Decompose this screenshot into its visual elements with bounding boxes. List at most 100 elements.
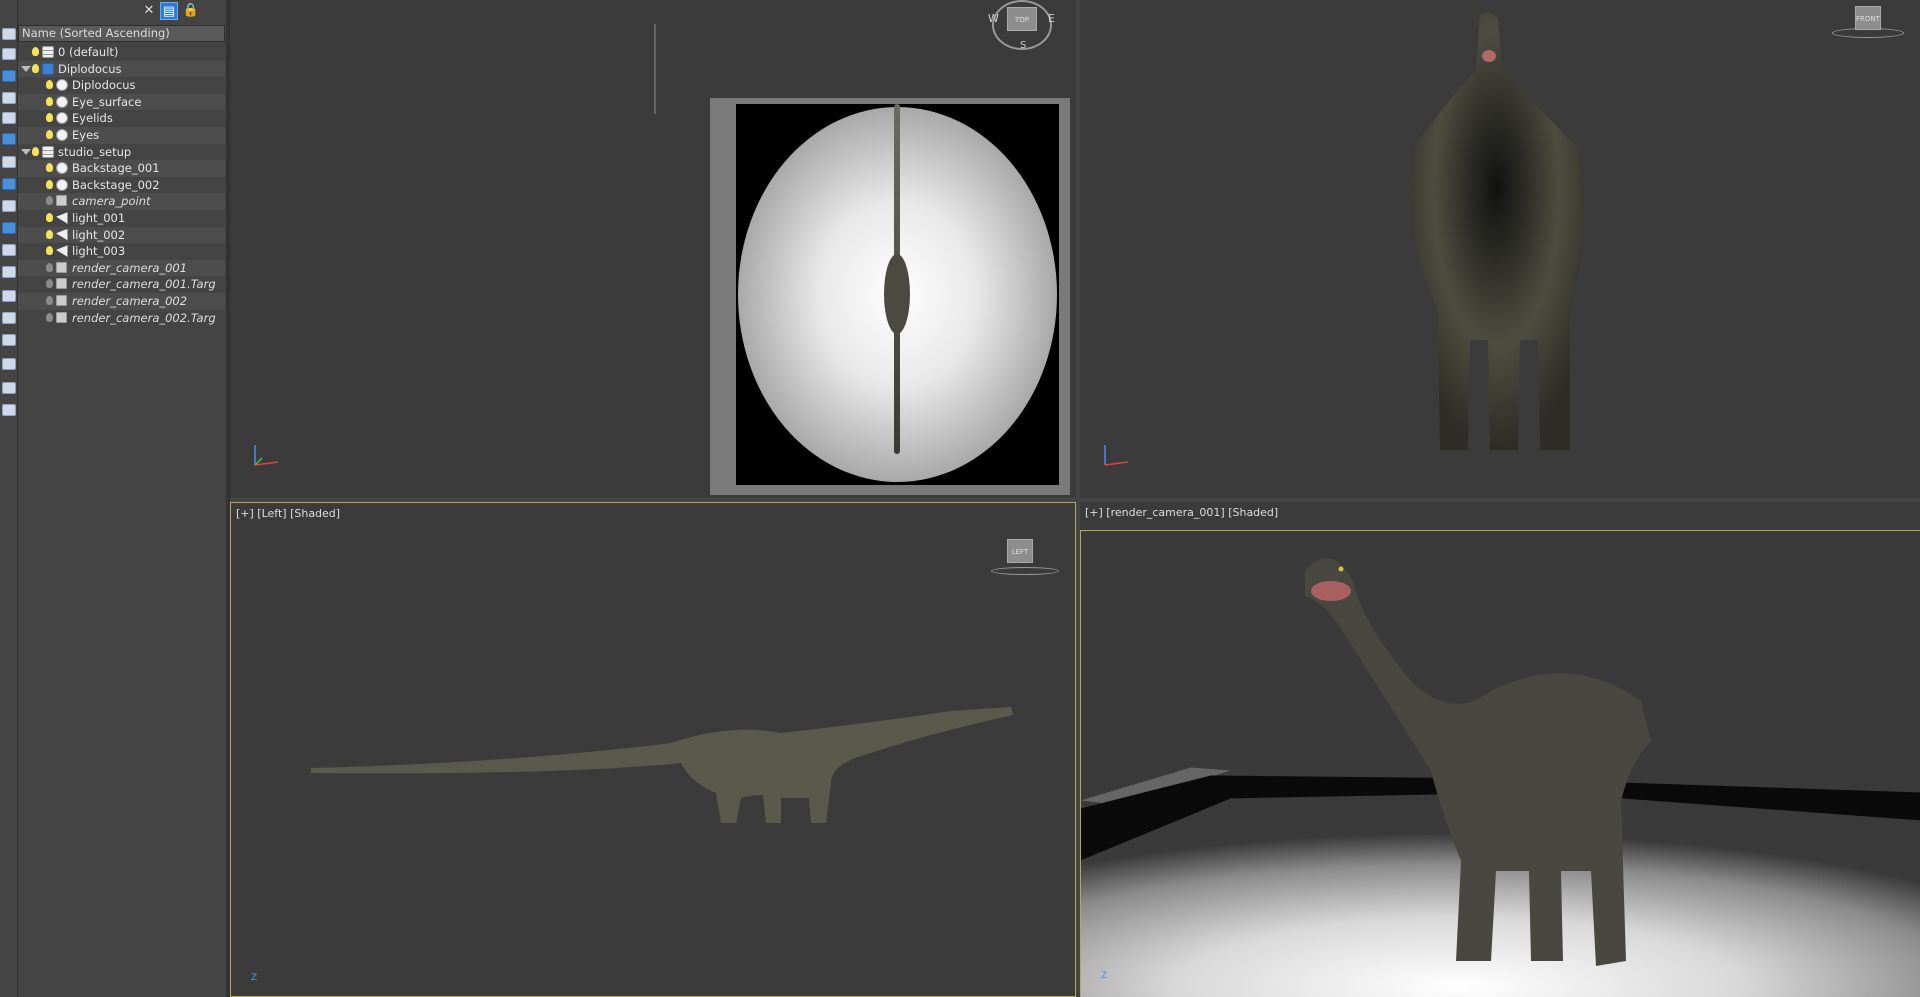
visibility-bulb-icon[interactable] [46,196,53,206]
scene-tree-row[interactable]: render_camera_001 [18,259,225,277]
visibility-bulb-icon[interactable] [46,113,53,123]
display-containers-icon[interactable] [2,266,16,278]
scene-tree-row-label: Eyes [72,127,100,142]
visibility-bulb-icon[interactable] [46,179,53,189]
dinosaur-model-camera [1305,558,1651,966]
expand-arrow-icon[interactable] [21,148,31,155]
display-spacewarps-icon[interactable] [2,178,16,190]
visibility-bulb-icon[interactable] [46,129,53,139]
geometry-sphere-icon [56,178,68,191]
close-icon[interactable]: ✕ [140,2,158,20]
viewcube[interactable]: TOP [1007,7,1037,31]
scene-tree-row[interactable]: camera_point [18,193,225,210]
scene-tree-row[interactable]: Diplodocus [18,60,225,78]
scene-tree-row-label: 0 (default) [58,45,119,59]
compass-east: E [1048,12,1055,25]
scene-tree-row[interactable]: Eyelids [18,110,225,127]
viewport-label[interactable]: [+] [render_camera_001] [Shaded] [1085,506,1278,519]
render-region [736,104,1059,485]
viewcube[interactable]: FRONT [1855,6,1881,30]
camera-icon [56,311,67,323]
visibility-bulb-icon[interactable] [46,96,53,106]
visibility-bulb-icon[interactable] [46,279,53,289]
filter-icon[interactable] [2,358,16,370]
scene-explorer-icon-strip [0,0,18,997]
display-children-icon[interactable] [2,334,16,346]
scene-tree-row[interactable]: render_camera_002.Targ [18,310,225,327]
camera-icon [56,294,67,306]
display-all-icon[interactable] [2,48,16,60]
scene-tree-row-label: Backstage_002 [72,177,160,192]
visibility-bulb-icon[interactable] [32,146,39,156]
layer-tools-icon[interactable] [2,404,16,416]
display-geometry-icon[interactable] [2,70,16,82]
dinosaur-body-top [884,254,910,334]
geometry-sphere-icon [56,128,68,141]
scene-tree-row[interactable]: light_003 [18,243,225,260]
visibility-bulb-icon[interactable] [46,80,53,90]
scene-tree-row-label: Diplodocus [72,78,136,93]
scene-tree-row-label: camera_point [72,194,151,209]
scene-tree-row[interactable]: studio_setup [18,144,225,161]
visibility-bulb-icon[interactable] [46,262,53,272]
display-cameras-icon[interactable] [2,133,16,145]
scene-tree-row-label: render_camera_002.Targ [72,310,216,325]
camera-icon [56,278,67,290]
dinosaur-model-front [1409,13,1585,450]
display-none-icon[interactable] [2,28,16,40]
scene-explorer-toolbar: ✕ ▤ 🔒 [18,0,226,22]
app-window: ✕ ▤ 🔒 Name (Sorted Ascending) 0 (default… [0,0,1920,997]
scene-tree-row[interactable]: render_camera_001.Targ [18,276,225,293]
camera-icon [56,261,67,273]
scene-tree-row-label: render_camera_002 [72,293,188,308]
scene-tree-row[interactable]: Eye_surface [18,93,225,111]
geometry-sphere-icon [56,162,68,175]
scene-tree-row[interactable]: Eyes [18,126,225,144]
scene-tree-row[interactable]: 0 (default) [18,44,225,61]
geometry-sphere-icon [56,95,68,108]
visibility-bulb-icon[interactable] [32,63,39,73]
lock-icon[interactable]: 🔒 [182,2,200,20]
compass-west: W [988,12,999,25]
camera-icon [56,195,67,207]
viewport-camera[interactable]: [+] [render_camera_001] [Shaded] Z [1080,502,1920,997]
scene-tree: 0 (default) Diplodocus Diplodocus Eye_surfa… [18,44,225,326]
select-mode-toggle-icon[interactable]: ▤ [160,2,178,20]
scene-tree-row-label: studio_setup [58,144,132,159]
display-groups-icon[interactable] [2,200,16,212]
scene-tree-row[interactable]: Backstage_001 [18,160,225,177]
expand-arrow-icon[interactable] [21,65,31,72]
geometry-sphere-icon [56,112,68,125]
display-shapes-icon[interactable] [2,92,16,104]
viewport-top[interactable]: TOP W E S [230,0,1076,498]
display-lights-icon[interactable] [2,112,16,124]
scene-tree-row[interactable]: light_002 [18,226,225,244]
scene-tree-row-label: Eye_surface [72,94,142,109]
visibility-bulb-icon[interactable] [46,295,53,305]
scene-tree-row[interactable]: Backstage_002 [18,177,225,194]
scene-tree-row-label: light_002 [72,227,126,242]
scene-tree-row[interactable]: Diplodocus [18,77,225,94]
visibility-bulb-icon[interactable] [32,47,39,56]
visibility-bulb-icon[interactable] [46,212,53,222]
scene-tree-row[interactable]: render_camera_002 [18,292,225,310]
display-xrefs-icon[interactable] [2,222,16,234]
viewport-label[interactable]: [+] [Left] [Shaded] [236,507,340,520]
viewport-front[interactable]: FRONT [1080,0,1920,498]
select-children-icon[interactable] [2,382,16,394]
viewcube-ring[interactable] [991,567,1059,575]
display-hidden-icon[interactable] [2,312,16,324]
display-frozen-icon[interactable] [2,290,16,302]
display-bones-icon[interactable] [2,244,16,256]
viewcube[interactable]: LEFT [1007,539,1033,563]
visibility-bulb-icon[interactable] [46,312,53,322]
scene-tree-row[interactable]: light_001 [18,210,225,227]
geometry-sphere-icon [56,79,68,92]
display-helpers-icon[interactable] [2,156,16,168]
column-header-name[interactable]: Name (Sorted Ascending) [18,25,225,42]
viewport-left[interactable]: [+] [Left] [Shaded] LEFT Z [230,502,1076,997]
visibility-bulb-icon[interactable] [46,246,53,256]
visibility-bulb-icon[interactable] [46,229,53,239]
axis-z-label: Z [251,973,258,983]
visibility-bulb-icon[interactable] [46,163,53,173]
